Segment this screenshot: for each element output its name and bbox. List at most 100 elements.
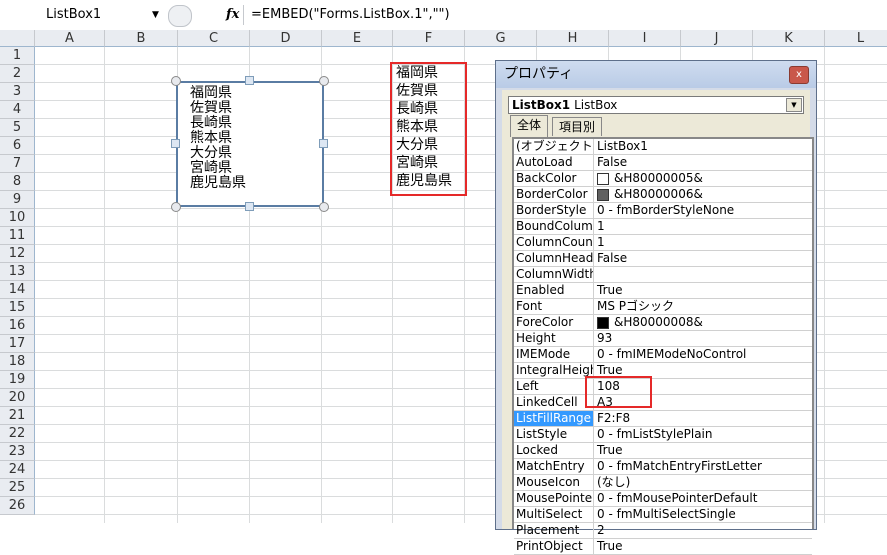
property-row[interactable]: ColumnCount 1	[514, 235, 812, 251]
row-header-10[interactable]: 10	[0, 209, 35, 227]
row-header-7[interactable]: 7	[0, 155, 35, 173]
property-row[interactable]: (オブジェクト名)ListBox1	[514, 139, 812, 155]
property-row[interactable]: LinkedCell A3	[514, 395, 812, 411]
listbox-item[interactable]: 宮崎県	[178, 161, 322, 176]
listbox-item[interactable]: 佐賀県	[178, 101, 322, 116]
column-header-H[interactable]: H	[537, 30, 609, 47]
resize-handle[interactable]	[171, 76, 181, 86]
property-row[interactable]: MatchEntry 0 - fmMatchEntryFirstLetter	[514, 459, 812, 475]
column-header-B[interactable]: B	[105, 30, 178, 47]
property-row[interactable]: Locked True	[514, 443, 812, 459]
property-value[interactable]: 2	[594, 523, 605, 538]
row-header-12[interactable]: 12	[0, 245, 35, 263]
row-header-20[interactable]: 20	[0, 389, 35, 407]
row-header-22[interactable]: 22	[0, 425, 35, 443]
property-value[interactable]: 0 - fmIMEModeNoControl	[594, 347, 746, 362]
row-header-26[interactable]: 26	[0, 497, 35, 515]
tab-alphabetic[interactable]: 全体	[510, 115, 549, 137]
row-header-14[interactable]: 14	[0, 281, 35, 299]
resize-handle[interactable]	[245, 202, 254, 211]
property-row[interactable]: ColumnHeads False	[514, 251, 812, 267]
row-header-6[interactable]: 6	[0, 137, 35, 155]
property-row[interactable]: MultiSelect 0 - fmMultiSelectSingle	[514, 507, 812, 523]
row-header-2[interactable]: 2	[0, 65, 35, 83]
insert-function-icon[interactable]: fx	[226, 5, 239, 25]
property-value[interactable]: 1	[594, 219, 605, 234]
property-row[interactable]: Placement 2	[514, 523, 812, 539]
listbox-item[interactable]: 長崎県	[178, 116, 322, 131]
property-value[interactable]: 0 - fmListStylePlain	[594, 427, 713, 442]
property-row[interactable]: BackColor &H80000005&	[514, 171, 812, 187]
row-header-21[interactable]: 21	[0, 407, 35, 425]
close-button[interactable]: x	[789, 66, 809, 84]
row-header-9[interactable]: 9	[0, 191, 35, 209]
resize-handle[interactable]	[319, 202, 329, 212]
column-header-D[interactable]: D	[250, 30, 322, 47]
property-row[interactable]: BorderColor &H80000006&	[514, 187, 812, 203]
column-header-G[interactable]: G	[465, 30, 537, 47]
property-value[interactable]: F2:F8	[594, 411, 630, 426]
name-box[interactable]: ListBox1	[2, 5, 164, 25]
property-value[interactable]: &H80000008&	[594, 315, 703, 330]
row-header-16[interactable]: 16	[0, 317, 35, 335]
property-row[interactable]: AutoLoad False	[514, 155, 812, 171]
property-value[interactable]: 0 - fmBorderStyleNone	[594, 203, 734, 218]
row-header-15[interactable]: 15	[0, 299, 35, 317]
property-row[interactable]: ListStyle 0 - fmListStylePlain	[514, 427, 812, 443]
row-header-3[interactable]: 3	[0, 83, 35, 101]
property-value[interactable]: 1	[594, 235, 605, 250]
property-row[interactable]: PrintObject True	[514, 539, 812, 555]
listbox-control[interactable]: 福岡県 佐賀県 長崎県 熊本県 大分県 宮崎県 鹿児島県	[176, 81, 324, 207]
column-header-A[interactable]: A	[35, 30, 105, 47]
row-header-11[interactable]: 11	[0, 227, 35, 245]
row-header-24[interactable]: 24	[0, 461, 35, 479]
column-header-C[interactable]: C	[178, 30, 250, 47]
resize-handle[interactable]	[245, 76, 254, 85]
property-row[interactable]: Height 93	[514, 331, 812, 347]
resize-handle[interactable]	[171, 139, 180, 148]
property-row[interactable]: ListFillRange F2:F8	[514, 411, 812, 427]
column-header-L[interactable]: L	[825, 30, 887, 47]
row-header-1[interactable]: 1	[0, 47, 35, 65]
formula-bar-resize-handle[interactable]	[168, 5, 192, 27]
row-header-17[interactable]: 17	[0, 335, 35, 353]
property-value[interactable]: True	[594, 539, 623, 554]
property-value[interactable]: 93	[594, 331, 612, 346]
row-header-25[interactable]: 25	[0, 479, 35, 497]
property-value[interactable]: True	[594, 443, 623, 458]
row-header-23[interactable]: 23	[0, 443, 35, 461]
tab-categorized[interactable]: 項目別	[552, 117, 603, 136]
property-value[interactable]: &H80000005&	[594, 171, 703, 186]
column-header-K[interactable]: K	[753, 30, 825, 47]
property-row[interactable]: Enabled True	[514, 283, 812, 299]
property-value[interactable]: 0 - fmMultiSelectSingle	[594, 507, 736, 522]
formula-input[interactable]: =EMBED("Forms.ListBox.1","")	[251, 5, 450, 25]
property-row[interactable]: Font MS Pゴシック	[514, 299, 812, 315]
resize-handle[interactable]	[319, 76, 329, 86]
listbox-item[interactable]: 熊本県	[178, 131, 322, 146]
object-selector[interactable]: ListBox1 ListBox ▼	[508, 96, 804, 114]
property-value[interactable]: False	[594, 155, 627, 170]
select-all-corner[interactable]	[0, 30, 35, 47]
row-header-13[interactable]: 13	[0, 263, 35, 281]
property-value[interactable]	[594, 267, 597, 282]
property-row[interactable]: IntegralHeight True	[514, 363, 812, 379]
property-value[interactable]: (なし)	[594, 475, 630, 490]
column-header-I[interactable]: I	[609, 30, 681, 47]
row-header-18[interactable]: 18	[0, 353, 35, 371]
listbox-item[interactable]: 大分県	[178, 146, 322, 161]
listbox-item[interactable]: 福岡県	[178, 86, 322, 101]
resize-handle[interactable]	[319, 139, 328, 148]
property-value[interactable]: &H80000006&	[594, 187, 703, 202]
chevron-down-icon[interactable]: ▼	[152, 5, 159, 25]
property-row[interactable]: MousePointer 0 - fmMousePointerDefault	[514, 491, 812, 507]
row-header-8[interactable]: 8	[0, 173, 35, 191]
column-header-F[interactable]: F	[393, 30, 465, 47]
column-header-E[interactable]: E	[322, 30, 393, 47]
property-value[interactable]: False	[594, 251, 627, 266]
chevron-down-icon[interactable]: ▼	[786, 98, 802, 112]
property-row[interactable]: ForeColor &H80000008&	[514, 315, 812, 331]
row-header-5[interactable]: 5	[0, 119, 35, 137]
property-row[interactable]: Left 108	[514, 379, 812, 395]
resize-handle[interactable]	[171, 202, 181, 212]
